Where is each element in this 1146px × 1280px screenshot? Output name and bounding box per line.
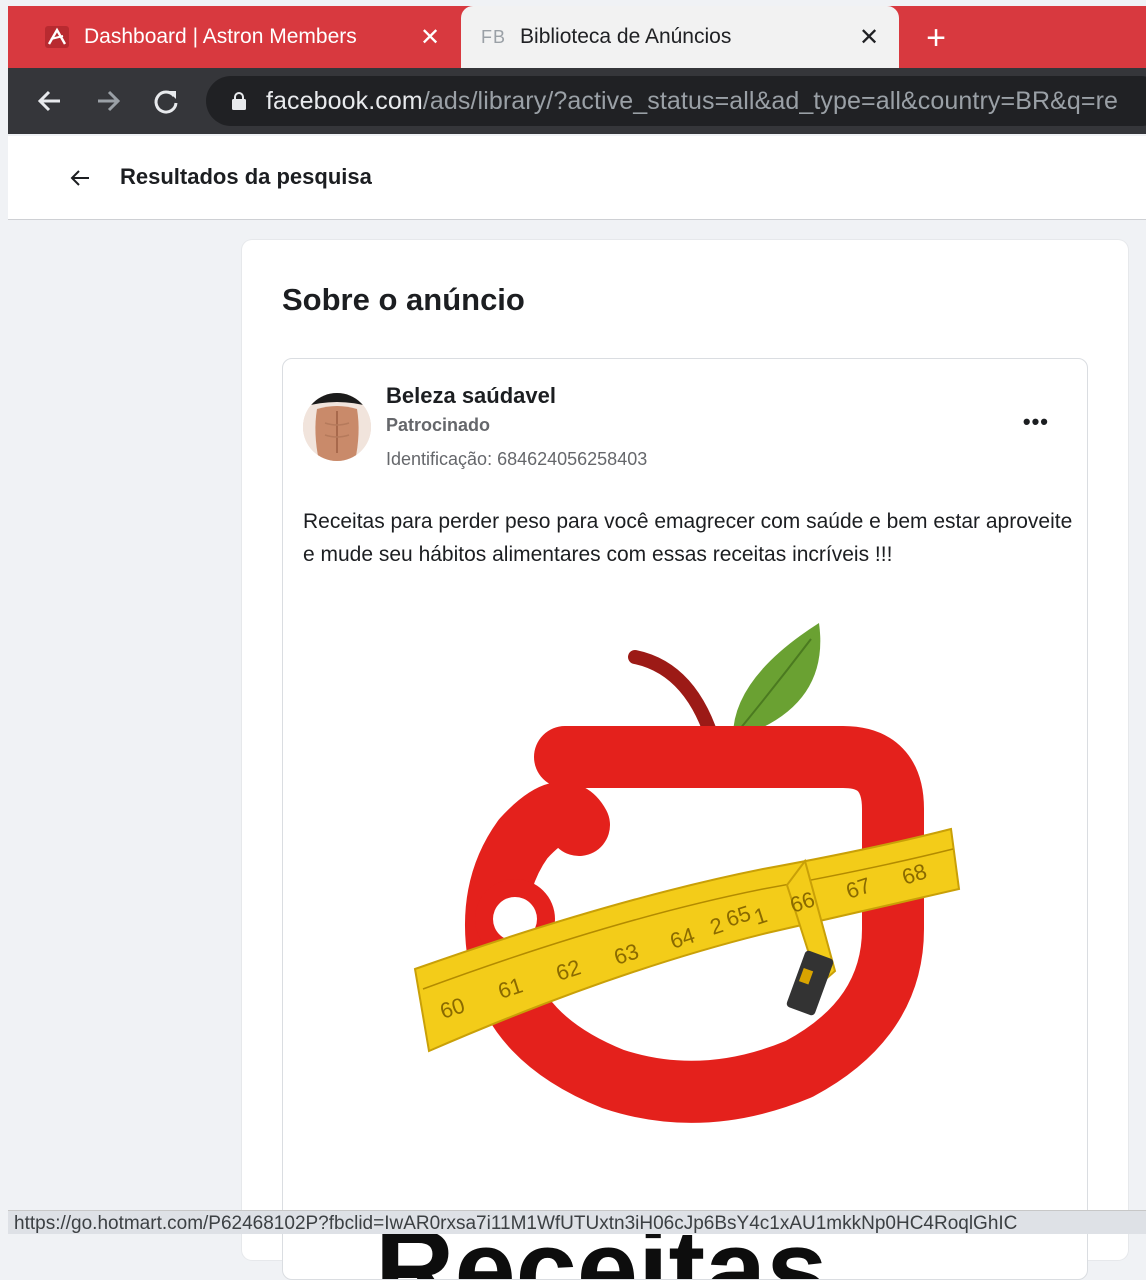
facebook-favicon-icon: FB (481, 26, 507, 47)
url-path: /ads/library/?active_status=all&ad_type=… (422, 86, 1119, 115)
ad-creative-image[interactable]: 60 61 62 63 64 65 66 67 68 2 1 Receitas (283, 599, 1087, 1279)
sponsored-label: Patrocinado (386, 415, 491, 435)
address-bar[interactable]: facebook.com/ads/library/?active_status=… (206, 76, 1146, 126)
url-host: facebook.com (266, 86, 423, 115)
tab-title: Dashboard | Astron Members (84, 25, 357, 48)
forward-arrow-icon[interactable] (88, 81, 128, 121)
ad-id: Identificação: 684624056258403 (386, 449, 648, 469)
browser-toolbar: facebook.com/ads/library/?active_status=… (8, 68, 1146, 134)
link-preview-statusbar: https://go.hotmart.com/P62468102P?fbclid… (8, 1210, 1146, 1234)
lock-icon (232, 92, 246, 110)
ad-body-text: Receitas para perder peso para você emag… (303, 510, 1073, 566)
avatar[interactable] (303, 393, 371, 461)
panel-title: Sobre o anúncio (282, 282, 525, 317)
url-text: facebook.com/ads/library/?active_status=… (266, 87, 1118, 116)
astron-logo-icon (44, 26, 70, 48)
back-arrow-icon[interactable] (64, 162, 96, 194)
new-tab-button[interactable]: + (916, 18, 956, 58)
ad-details-panel: Sobre o anúncio Beleza saúdavel Patrocin… (242, 240, 1128, 1280)
tab-strip: Dashboard | Astron Members ✕ FB Bibliote… (8, 6, 1146, 68)
tab-ad-library[interactable]: FB Biblioteca de Anúncios ✕ (461, 6, 899, 68)
close-tab-icon[interactable]: ✕ (416, 23, 444, 51)
tab-astron-dashboard[interactable]: Dashboard | Astron Members ✕ (8, 6, 460, 68)
results-header: Resultados da pesquisa (8, 136, 1146, 220)
tab-title: Biblioteca de Anúncios (520, 25, 732, 48)
back-arrow-icon[interactable] (30, 81, 70, 121)
more-options-icon[interactable]: ••• (1023, 411, 1049, 433)
advertiser-name[interactable]: Beleza saúdavel (386, 383, 556, 409)
close-tab-icon[interactable]: ✕ (855, 23, 883, 51)
page-title: Resultados da pesquisa (120, 164, 372, 189)
ad-card: Beleza saúdavel Patrocinado Identificaçã… (282, 358, 1088, 1280)
reload-icon[interactable] (146, 81, 186, 121)
